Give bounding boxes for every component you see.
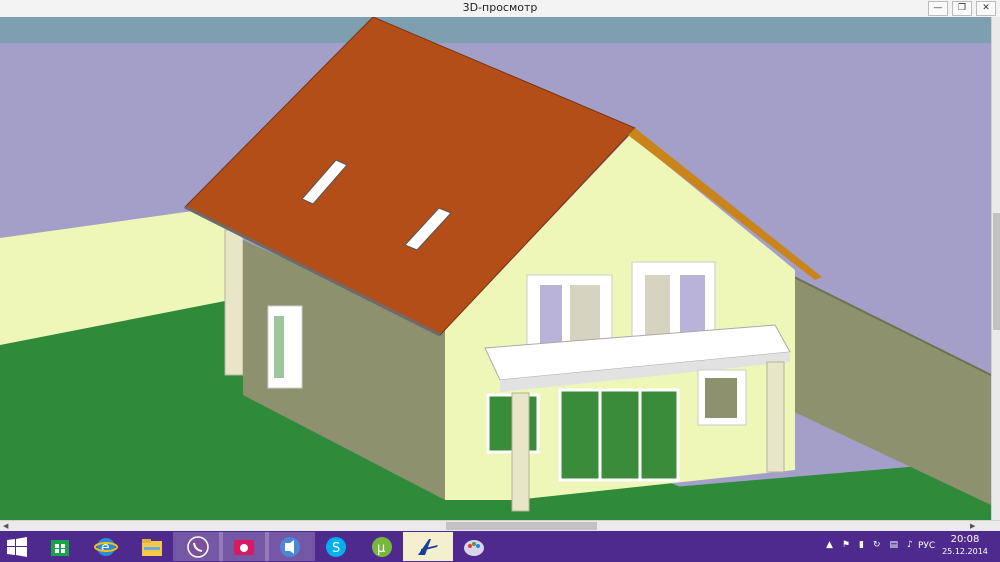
file-explorer-icon[interactable]	[127, 532, 177, 561]
horizontal-scroll-thumb[interactable]	[446, 522, 597, 530]
glass-doors	[558, 388, 680, 482]
camera-icon[interactable]	[219, 532, 269, 561]
security-icon[interactable]: ⚑	[842, 540, 850, 550]
start-button[interactable]	[7, 537, 27, 557]
balcony-pillar-left	[511, 392, 530, 512]
windows-logo-icon	[7, 537, 27, 557]
language-indicator[interactable]: РУС	[918, 541, 935, 551]
sync-icon[interactable]: ↻	[873, 540, 881, 550]
clock-date: 25.12.2014	[942, 547, 988, 556]
vertical-scroll-thumb[interactable]	[993, 213, 1000, 330]
house-3d-render	[0, 17, 991, 520]
svg-text:µ: µ	[377, 541, 385, 556]
store-icon[interactable]	[35, 532, 85, 561]
viber-icon[interactable]	[173, 532, 223, 561]
network-signal-icon[interactable]: ▤	[890, 540, 899, 550]
volume-icon[interactable]: ♪	[907, 540, 913, 550]
minimize-icon[interactable]: —	[928, 1, 948, 16]
window-title-bar: 3D-просмотр — ❐ ✕	[0, 0, 1000, 18]
archicad-icon[interactable]	[403, 532, 453, 561]
system-tray: ▲ ⚑ ▮ ↻ ▤ ♪	[826, 540, 913, 550]
scroll-left-icon[interactable]: ◀	[3, 521, 8, 531]
internet-explorer-icon[interactable]: e	[81, 532, 131, 561]
vertical-scrollbar[interactable]	[991, 17, 1000, 520]
restore-icon[interactable]: ❐	[952, 1, 972, 16]
pillar	[224, 229, 244, 376]
balcony-pillar-right	[766, 361, 785, 473]
horizon-band	[0, 17, 991, 43]
scroll-right-icon[interactable]: ▶	[970, 521, 975, 531]
close-icon[interactable]: ✕	[976, 1, 996, 16]
show-hidden-icons-icon[interactable]: ▲	[826, 540, 833, 550]
paint-icon[interactable]	[449, 532, 499, 561]
skype-icon[interactable]: S	[311, 532, 361, 561]
side-window	[267, 305, 303, 389]
clock-time: 20:08	[950, 534, 980, 545]
clock[interactable]: 20:08 25.12.2014	[940, 534, 990, 558]
utorrent-icon[interactable]: µ	[357, 532, 407, 561]
device-icon[interactable]: ▮	[859, 540, 864, 550]
taskbar: e S µ ▲ ⚑ ▮ ↻ ▤ ♪ РУС 20:08 25.12.2014	[0, 531, 1000, 562]
svg-text:S: S	[332, 541, 340, 556]
3d-viewport[interactable]	[0, 17, 991, 520]
window-title: 3D-просмотр	[462, 1, 538, 14]
media-player-icon[interactable]	[265, 532, 315, 561]
